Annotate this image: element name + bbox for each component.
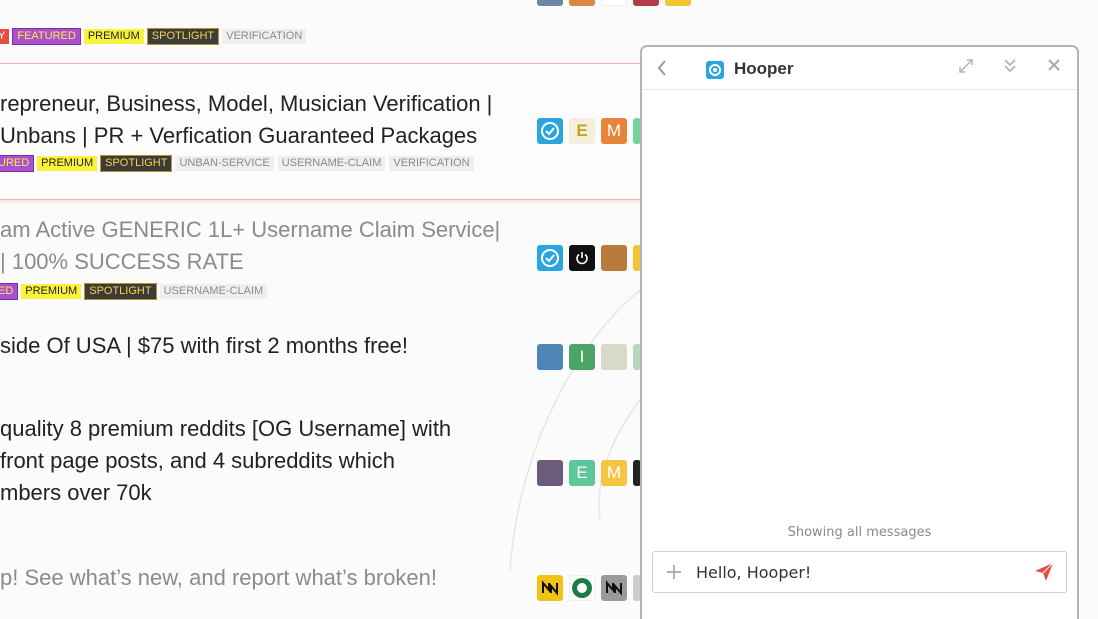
avatar[interactable]: I (569, 344, 595, 370)
chat-header: Hooper (642, 47, 1077, 90)
avatar[interactable]: E (569, 460, 595, 486)
thread-3-avatars: I (537, 344, 641, 370)
thread-4-avatars: E M (537, 460, 641, 486)
chat-title: Hooper (734, 59, 794, 78)
expand-icon[interactable] (958, 58, 974, 79)
chat-avatar (706, 61, 724, 79)
admin-badge-icon[interactable] (537, 575, 563, 601)
message-composer (652, 551, 1067, 593)
avatar[interactable]: M (601, 118, 627, 144)
admin-badge-icon[interactable] (601, 575, 627, 601)
avatar[interactable] (665, 0, 691, 6)
thread-title[interactable]: repreneur, Business, Model, Musician Ver… (0, 88, 492, 120)
verified-badge-icon[interactable] (537, 118, 563, 144)
tag-premium[interactable]: PREMIUM (37, 156, 98, 172)
tag-spotlight[interactable]: SPOTLIGHT (146, 28, 220, 46)
thread-0-avatars (537, 0, 691, 6)
avatar[interactable] (569, 0, 595, 6)
avatar[interactable]: E (569, 118, 595, 144)
tag-hot[interactable]: Y (0, 29, 10, 45)
starbucks-logo-icon[interactable] (569, 575, 595, 601)
tag-premium[interactable]: PREMIUM (83, 29, 144, 45)
plus-icon[interactable] (666, 559, 682, 586)
thread-title[interactable]: front page posts, and 4 subreddits which (0, 445, 395, 477)
tag-verification[interactable]: VERIFICATION (389, 156, 474, 172)
tag-username-claim[interactable]: USERNAME-CLAIM (277, 156, 386, 172)
avatar[interactable] (537, 0, 563, 6)
chat-status-text: Showing all messages (787, 525, 932, 540)
thread-title[interactable]: p! See what’s new, and report what’s bro… (0, 562, 437, 594)
avatar[interactable] (633, 0, 659, 6)
thread-2-avatars (537, 245, 641, 271)
thread-title[interactable]: side Of USA | $75 with first 2 months fr… (0, 330, 408, 362)
tag-username-claim[interactable]: USERNAME-CLAIM (159, 284, 268, 300)
thread-title[interactable]: | 100% SUCCESS RATE (0, 246, 244, 278)
chevron-left-icon[interactable] (656, 58, 668, 84)
tag-premium[interactable]: PREMIUM (21, 284, 82, 300)
avatar[interactable]: M (601, 460, 627, 486)
tag-featured[interactable]: URED (0, 155, 35, 173)
thread-title[interactable]: am Active GENERIC 1L+ Username Claim Ser… (0, 214, 500, 246)
chat-panel: Hooper Showing all messages (640, 45, 1079, 619)
background-decoration (509, 289, 641, 571)
close-icon[interactable] (1047, 58, 1061, 77)
tag-unban-service[interactable]: UNBAN-SERVICE (175, 156, 274, 172)
thread-tags: ED PREMIUM SPOTLIGHT USERNAME-CLAIM (0, 283, 271, 301)
thread-1-avatars: E M (537, 118, 641, 144)
avatar[interactable] (601, 344, 627, 370)
double-chevron-down-icon[interactable] (1003, 58, 1017, 79)
avatar[interactable] (537, 460, 563, 486)
thread-title[interactable]: Unbans | PR + Verfication Guaranteed Pac… (0, 120, 477, 152)
tag-spotlight[interactable]: SPOTLIGHT (100, 155, 173, 173)
send-icon[interactable] (1034, 562, 1054, 587)
thread-tags: URED PREMIUM SPOTLIGHT UNBAN-SERVICE USERNAM… (0, 155, 478, 173)
message-input[interactable] (696, 561, 1016, 583)
tag-featured[interactable]: ED (0, 283, 19, 301)
avatar[interactable] (601, 0, 627, 6)
avatar[interactable] (537, 344, 563, 370)
thread-title[interactable]: mbers over 70k (0, 477, 152, 509)
avatar[interactable] (601, 245, 627, 271)
tag-verification[interactable]: VERIFICATION (222, 29, 307, 45)
power-icon[interactable] (569, 245, 595, 271)
thread-5-avatars (537, 575, 641, 601)
forum-page: Y FEATURED PREMIUM SPOTLIGHT VERIFICATION re… (0, 0, 1098, 619)
thread-tags: Y FEATURED PREMIUM SPOTLIGHT VERIFICATION (0, 28, 310, 46)
tag-spotlight[interactable]: SPOTLIGHT (84, 283, 157, 301)
tag-featured[interactable]: FEATURED (12, 28, 81, 46)
verified-badge-icon[interactable] (537, 245, 563, 271)
thread-title[interactable]: quality 8 premium reddits [OG Username] … (0, 413, 451, 445)
